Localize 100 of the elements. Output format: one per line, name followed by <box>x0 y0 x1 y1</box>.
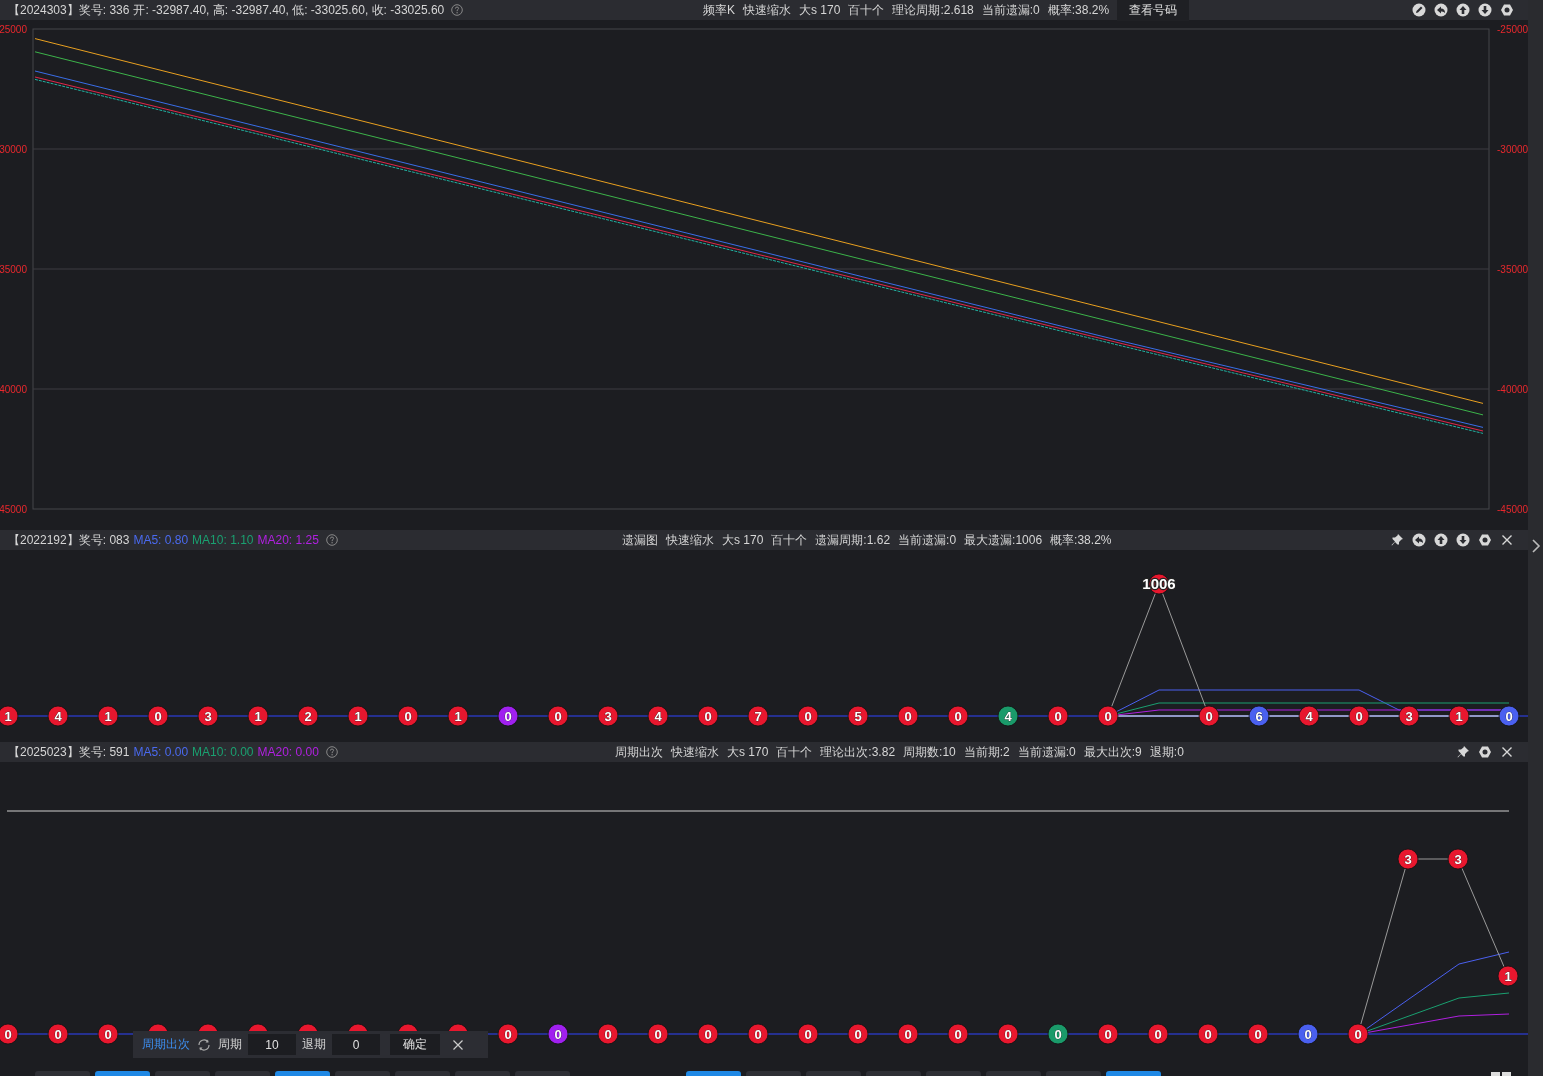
axis-label: -45000 <box>1497 504 1528 515</box>
marker-label: 1 <box>254 709 262 724</box>
marker-label: 0 <box>4 1027 12 1042</box>
stat-label: 退期:0 <box>1149 743 1184 761</box>
marker-label: 4 <box>654 709 662 724</box>
stat-label: 理论出次:3.82 <box>820 743 896 761</box>
stat-label: 百十个 <box>776 743 813 761</box>
confirm-button[interactable]: 确定 <box>390 1034 440 1055</box>
marker-label: 0 <box>554 709 562 724</box>
marker-label: 3 <box>1404 852 1412 867</box>
marker-label: 0 <box>1354 1027 1362 1042</box>
stat-label: 当前期:2 <box>963 743 1010 761</box>
marker-label: 0 <box>954 1027 962 1042</box>
ma-value: MA5: 0.00 <box>133 745 189 759</box>
marker-label: 7 <box>754 709 762 724</box>
stat-label: 最大遗漏:1006 <box>964 531 1043 549</box>
marker-label: 0 <box>104 1027 112 1042</box>
ma-value: MA10: 1.10 <box>192 533 254 547</box>
marker-label: 0 <box>1355 709 1363 724</box>
stat-label: 当前遗漏:0 <box>1017 743 1076 761</box>
marker-label: 0 <box>1154 1027 1162 1042</box>
marker-label: 3 <box>604 709 612 724</box>
marker-label: 0 <box>1254 1027 1262 1042</box>
marker-label: 0 <box>404 709 412 724</box>
marker-label: 0 <box>54 1027 62 1042</box>
stat-label: 快速缩水 <box>671 743 719 761</box>
axis-label: -25000 <box>1497 24 1528 35</box>
marker-label: 1 <box>104 709 112 724</box>
axis-label: -35000 <box>1497 264 1528 275</box>
marker-label: 0 <box>954 709 962 724</box>
ma-value: MA20: 1.25 <box>257 533 319 547</box>
panel-title: 【2022192】奖号: 083 <box>8 531 130 549</box>
marker-label: 1 <box>4 709 12 724</box>
axis-label: 35000 <box>0 264 27 275</box>
marker-label: 0 <box>1054 1027 1062 1042</box>
marker-label: 0 <box>854 1027 862 1042</box>
marker-label: 1 <box>1455 709 1463 724</box>
stat-label: 遗漏图 <box>622 531 658 549</box>
marker-label: 4 <box>1004 709 1012 724</box>
marker-label: 0 <box>904 709 912 724</box>
marker-label: 0 <box>504 709 512 724</box>
marker-label: 5 <box>854 709 862 724</box>
marker-label: 4 <box>54 709 62 724</box>
mode-label[interactable]: 周期出次 <box>142 1036 190 1053</box>
stat-label: 最大出次:9 <box>1083 743 1142 761</box>
stat-label: 当前遗漏:0 <box>981 1 1040 19</box>
marker-label: 3 <box>204 709 212 724</box>
view-numbers-button[interactable]: 查看号码 <box>1117 0 1190 21</box>
marker-label: 0 <box>904 1027 912 1042</box>
stat-label: 百十个 <box>848 1 885 19</box>
axis-label: 25000 <box>0 24 27 35</box>
ma-value: MA5: 0.80 <box>133 533 189 547</box>
marker-label: 0 <box>1104 1027 1112 1042</box>
marker-label: 0 <box>804 709 812 724</box>
marker-label: 0 <box>704 1027 712 1042</box>
marker-label: 3 <box>1405 709 1413 724</box>
ma-value: MA20: 0.00 <box>257 745 319 759</box>
stat-label: 百十个 <box>771 531 808 549</box>
marker-label: 0 <box>1505 709 1513 724</box>
marker-label: 0 <box>654 1027 662 1042</box>
stat-label: 快速缩水 <box>743 1 791 19</box>
marker-label: 4 <box>1305 709 1313 724</box>
stat-label: 周期出次 <box>615 743 663 761</box>
marker-label: 0 <box>704 709 712 724</box>
stat-label: 快速缩水 <box>666 531 714 549</box>
marker-label: 0 <box>604 1027 612 1042</box>
marker-label: 0 <box>1054 709 1062 724</box>
axis-label: -30000 <box>1497 144 1528 155</box>
stat-label: 概率:38.2% <box>1047 1 1110 19</box>
back-period-input[interactable]: 0 <box>332 1034 380 1055</box>
marker-label: 0 <box>154 709 162 724</box>
axis-label: -40000 <box>1497 384 1528 395</box>
marker-label: 0 <box>1304 1027 1312 1042</box>
marker-label: 0 <box>1104 709 1112 724</box>
marker-label: 0 <box>1004 1027 1012 1042</box>
panel-title: 【2025023】奖号: 591 <box>8 743 130 761</box>
stat-label: 当前遗漏:0 <box>898 531 957 549</box>
marker-label: 0 <box>554 1027 562 1042</box>
axis-label: 40000 <box>0 384 27 395</box>
marker-label: 6 <box>1255 709 1263 724</box>
marker-label: 0 <box>1204 1027 1212 1042</box>
marker-label: 0 <box>804 1027 812 1042</box>
price-info: 开: -32987.40, 高: -32987.40, 低: -33025.60, 收: -33025.60 <box>133 1 445 19</box>
stat-label: 概率:38.2% <box>1050 531 1112 549</box>
marker-label: 1 <box>454 709 462 724</box>
stat-label: 遗漏周期:1.62 <box>815 531 891 549</box>
stat-label: 理论周期:2.618 <box>892 1 974 19</box>
stat-label: 大s 170 <box>727 743 769 761</box>
axis-label: 30000 <box>0 144 27 155</box>
marker-label: 1 <box>1504 969 1512 984</box>
marker-label: 3 <box>1454 852 1462 867</box>
marker-label: 2 <box>304 709 312 724</box>
stat-label: 大s 170 <box>799 1 841 19</box>
period-label: 周期 <box>218 1036 242 1053</box>
panel-title: 【2024303】奖号: 336 <box>8 1 130 19</box>
marker-label: 0 <box>754 1027 762 1042</box>
period-input[interactable]: 10 <box>248 1034 296 1055</box>
marker-label: 0 <box>504 1027 512 1042</box>
ma-value: MA10: 0.00 <box>192 745 254 759</box>
back-period-label: 退期 <box>302 1036 326 1053</box>
